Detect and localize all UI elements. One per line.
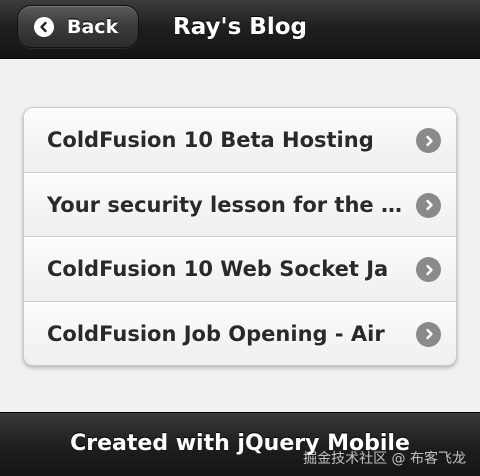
list-item[interactable]: ColdFusion 10 Web Socket Ja	[24, 237, 456, 302]
list-item-label: ColdFusion 10 Web Socket Ja	[47, 257, 389, 281]
post-list: ColdFusion 10 Beta Hosting Your security…	[23, 107, 457, 366]
list-item[interactable]: ColdFusion Job Opening - Air	[24, 301, 456, 365]
list-item-label: ColdFusion Job Opening - Air	[47, 321, 385, 346]
list-item-label: Your security lesson for the day	[47, 192, 409, 217]
list-item[interactable]: Your security lesson for the day	[24, 172, 456, 237]
arrow-left-icon	[34, 17, 54, 37]
chevron-right-icon	[416, 257, 441, 282]
header-bar: Back Ray's Blog	[0, 0, 480, 59]
back-button[interactable]: Back	[17, 5, 139, 48]
page-title: Ray's Blog	[173, 14, 307, 40]
back-button-label: Back	[67, 16, 119, 38]
chevron-right-icon	[416, 128, 441, 153]
list-item-label: ColdFusion 10 Beta Hosting	[47, 128, 374, 152]
chevron-right-icon	[416, 321, 441, 347]
chevron-right-icon	[416, 192, 441, 218]
watermark: 掘金技术社区 @ 布客飞龙	[303, 451, 466, 467]
list-item[interactable]: ColdFusion 10 Beta Hosting	[24, 108, 456, 173]
footer-bar: Created with jQuery Mobile 掘金技术社区 @ 布客飞龙	[0, 412, 480, 476]
